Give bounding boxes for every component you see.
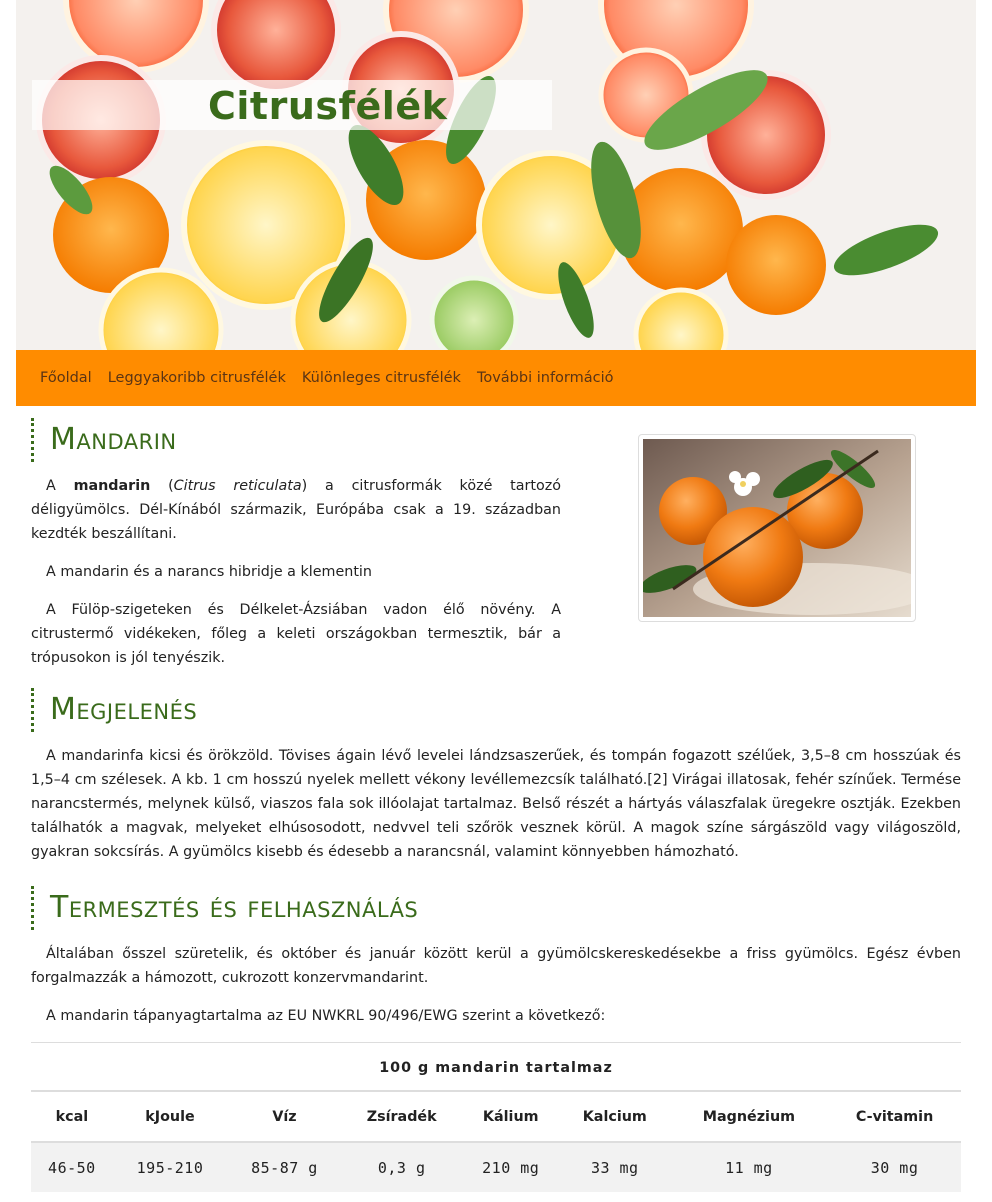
section-appearance: Megjelenés A mandarinfa kicsi és örökzöl… xyxy=(31,688,961,864)
cultivation-paragraph-2: A mandarin tápanyagtartalma az EU NWKRL … xyxy=(46,1008,606,1024)
col-header: Kálium xyxy=(461,1092,560,1143)
table-cell: 33 mg xyxy=(559,1142,670,1192)
heading-appearance: Megjelenés xyxy=(50,692,198,727)
col-header: kJoule xyxy=(112,1092,228,1143)
col-header: Víz xyxy=(227,1092,342,1143)
main-content: Mandarin A mandarin (Citrus reticulata) … xyxy=(31,406,961,1192)
section-heading-appearance: Megjelenés xyxy=(31,688,961,732)
table-cell: 0,3 g xyxy=(341,1142,462,1192)
nav-item-home[interactable]: Főoldal xyxy=(40,370,92,386)
table-row: 46-50 195-210 85-87 g 0,3 g 210 mg 33 mg… xyxy=(31,1142,961,1192)
main-nav: Főoldal Leggyakoribb citrusfélék Különle… xyxy=(16,350,976,406)
col-header: C-vitamin xyxy=(828,1092,961,1143)
mandarin-paragraph-3: A Fülöp-szigeteken és Délkelet-Ázsiában … xyxy=(31,602,561,666)
nav-item-common-citrus[interactable]: Leggyakoribb citrusfélék xyxy=(108,370,286,386)
page: Citrusfélék Főoldal Leggyakoribb citrusf… xyxy=(16,0,976,1202)
cultivation-paragraph-1: Általában ősszel szüretelik, és október … xyxy=(31,946,961,986)
nutrition-header-row: kcal kJoule Víz Zsíradék Kálium Kalcium … xyxy=(31,1092,961,1143)
mandarin-paragraph-1: A mandarin (Citrus reticulata) a citrusf… xyxy=(31,474,561,546)
heading-cultivation: Termesztés és felhasználás xyxy=(50,890,419,925)
appearance-paragraph: A mandarinfa kicsi és örökzöld. Tövises … xyxy=(31,748,961,860)
col-header: kcal xyxy=(31,1092,113,1143)
mandarin-paragraph-2: A mandarin és a narancs hibridje a kleme… xyxy=(46,564,372,580)
p1-bold-term: mandarin xyxy=(73,478,151,494)
p1-pre: A xyxy=(46,478,74,494)
hero-citrus-image xyxy=(16,0,976,350)
p1-mid: ( xyxy=(150,478,174,494)
nutrition-table: 100 g mandarin tartalmaz kcal kJoule Víz… xyxy=(31,1042,961,1192)
table-cell: 210 mg xyxy=(461,1142,560,1192)
site-title: Citrusfélék xyxy=(208,84,448,128)
section-heading-cultivation: Termesztés és felhasználás xyxy=(31,886,961,930)
p1-latin-name: Citrus reticulata xyxy=(173,478,302,494)
section-cultivation: Termesztés és felhasználás Általában őss… xyxy=(31,886,961,1192)
col-header: Zsíradék xyxy=(341,1092,462,1143)
mandarin-photo-frame xyxy=(638,434,916,622)
table-cell: 46-50 xyxy=(31,1142,113,1192)
mandarin-text: A mandarin (Citrus reticulata) a citrusf… xyxy=(31,474,561,684)
hero-banner: Citrusfélék xyxy=(16,0,976,350)
col-header: Magnézium xyxy=(669,1092,829,1143)
nav-item-more-info[interactable]: További információ xyxy=(477,370,614,386)
table-cell: 85-87 g xyxy=(227,1142,342,1192)
mandarin-photo xyxy=(643,439,911,617)
table-cell: 30 mg xyxy=(828,1142,961,1192)
table-cell: 11 mg xyxy=(669,1142,829,1192)
table-cell: 195-210 xyxy=(112,1142,228,1192)
nutrition-table-caption: 100 g mandarin tartalmaz xyxy=(31,1042,961,1092)
section-mandarin: Mandarin A mandarin (Citrus reticulata) … xyxy=(31,418,961,676)
col-header: Kalcium xyxy=(559,1092,670,1143)
nav-item-special-citrus[interactable]: Különleges citrusfélék xyxy=(302,370,461,386)
